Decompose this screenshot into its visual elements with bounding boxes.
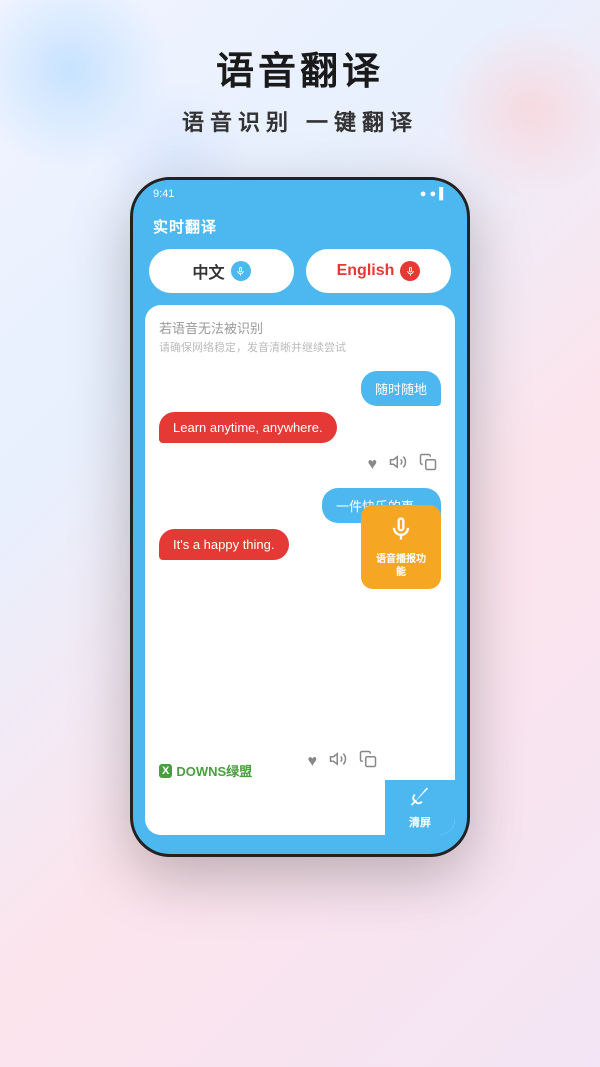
tooltip-mic-icon (373, 515, 429, 549)
status-bar: 9:41 ● ● ▌ (133, 180, 467, 208)
english-mic-icon[interactable] (400, 261, 420, 281)
speaker-icon-1[interactable] (389, 453, 407, 476)
english-label: English (337, 262, 395, 280)
copy-icon-2[interactable] (359, 750, 377, 773)
bubble-chinese-1: 随时随地 (361, 371, 441, 406)
sub-title: 语音识别 一键翻译 (0, 105, 600, 137)
heart-icon-1[interactable]: ♥ (368, 456, 378, 474)
chinese-mic-icon[interactable] (231, 261, 251, 281)
msg-english-1: Learn anytime, anywhere. (173, 420, 323, 435)
chinese-lang-button[interactable]: 中文 (149, 249, 294, 293)
message-row-1: 随时随地 (159, 371, 441, 406)
signal-display: ● ● ▌ (420, 188, 447, 200)
clear-button[interactable]: 清屏 (385, 780, 455, 835)
tooltip-popup: 语音播报功能 (361, 505, 441, 589)
action-icons-2-container: ♥ (159, 746, 441, 777)
action-icons-2: ♥ (159, 746, 381, 777)
broom-icon (409, 785, 431, 812)
main-title: 语音翻译 (0, 40, 600, 95)
msg-chinese-1: 随时随地 (375, 382, 427, 397)
app-header: 实时翻译 (133, 208, 467, 249)
message-row-1-trans: Learn anytime, anywhere. (159, 412, 441, 443)
time-display: 9:41 (153, 188, 174, 200)
error-line2: 请确保网络稳定，发音清晰并继续尝试 (159, 340, 441, 358)
action-icons-1: ♥ (159, 449, 441, 480)
phone-container: 9:41 ● ● ▌ 实时翻译 中文 English (0, 177, 600, 857)
bubble-english-1: Learn anytime, anywhere. (159, 412, 337, 443)
bubble-english-2: It's a happy thing. (159, 529, 289, 560)
error-line1: 若语音无法被识别 (159, 319, 441, 340)
error-message: 若语音无法被识别 请确保网络稳定，发音清晰并继续尝试 (159, 319, 441, 357)
phone-mockup: 9:41 ● ● ▌ 实时翻译 中文 English (130, 177, 470, 857)
language-selector: 中文 English (133, 249, 467, 305)
app-title: 实时翻译 (153, 219, 217, 236)
chat-area: 若语音无法被识别 请确保网络稳定，发音清晰并继续尝试 随时随地 Learn an… (145, 305, 455, 835)
speaker-icon-2[interactable] (329, 750, 347, 773)
msg-english-2: It's a happy thing. (173, 537, 275, 552)
chinese-label: 中文 (192, 259, 224, 283)
heart-icon-2[interactable]: ♥ (308, 753, 318, 771)
header-section: 语音翻译 语音识别 一键翻译 (0, 0, 600, 137)
copy-icon-1[interactable] (419, 453, 437, 476)
tooltip-text: 语音播报功能 (373, 553, 429, 579)
english-lang-button[interactable]: English (306, 249, 451, 293)
clear-label: 清屏 (409, 814, 431, 830)
